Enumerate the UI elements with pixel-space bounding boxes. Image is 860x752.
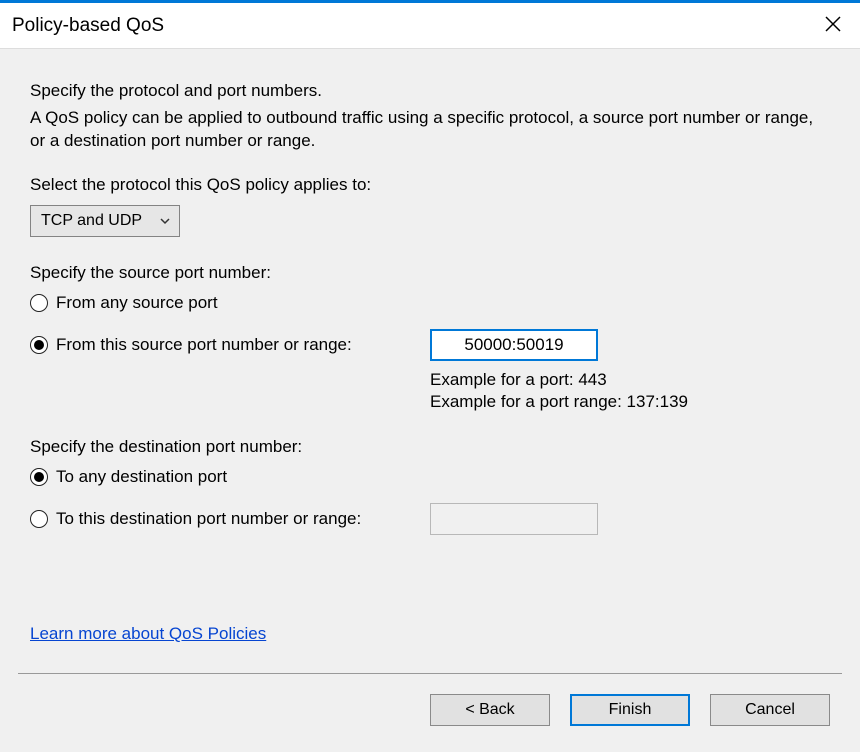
window-title: Policy-based QoS: [12, 15, 164, 37]
source-port-examples: Example for a port: 443 Example for a po…: [430, 369, 830, 413]
radio-source-specific-label: From this source port number or range:: [56, 335, 352, 355]
close-button[interactable]: [820, 11, 846, 40]
instruction-heading: Specify the protocol and port numbers.: [30, 81, 830, 101]
close-icon: [824, 15, 842, 33]
footer-separator: [18, 673, 842, 674]
destination-port-label: Specify the destination port number:: [30, 437, 830, 457]
wizard-buttons: < Back Finish Cancel: [430, 694, 830, 726]
cancel-button[interactable]: Cancel: [710, 694, 830, 726]
radio-icon: [30, 510, 48, 528]
protocol-label: Select the protocol this QoS policy appl…: [30, 175, 830, 195]
finish-button[interactable]: Finish: [570, 694, 690, 726]
example-port-range: Example for a port range: 137:139: [430, 391, 830, 413]
back-button[interactable]: < Back: [430, 694, 550, 726]
radio-dest-specific-label: To this destination port number or range…: [56, 509, 361, 529]
destination-port-group: Specify the destination port number: To …: [30, 437, 830, 535]
destination-port-input[interactable]: [430, 503, 598, 535]
radio-icon: [30, 336, 48, 354]
source-port-group: Specify the source port number: From any…: [30, 263, 830, 413]
example-port: Example for a port: 443: [430, 369, 830, 391]
source-port-input[interactable]: [430, 329, 598, 361]
radio-dest-any[interactable]: To any destination port: [30, 467, 830, 487]
radio-dest-any-label: To any destination port: [56, 467, 227, 487]
protocol-select[interactable]: TCP and UDP: [30, 205, 180, 237]
radio-source-any[interactable]: From any source port: [30, 293, 830, 313]
titlebar: Policy-based QoS: [0, 3, 860, 48]
wizard-page: Specify the protocol and port numbers. A…: [0, 48, 860, 752]
instruction-description: A QoS policy can be applied to outbound …: [30, 107, 830, 153]
learn-more-link[interactable]: Learn more about QoS Policies: [30, 624, 266, 644]
radio-icon: [30, 294, 48, 312]
chevron-down-icon: [159, 215, 171, 227]
source-port-label: Specify the source port number:: [30, 263, 830, 283]
protocol-select-value: TCP and UDP: [41, 212, 142, 230]
radio-source-any-label: From any source port: [56, 293, 218, 313]
radio-dest-specific[interactable]: To this destination port number or range…: [30, 509, 361, 529]
radio-icon: [30, 468, 48, 486]
radio-source-specific[interactable]: From this source port number or range:: [30, 335, 352, 355]
